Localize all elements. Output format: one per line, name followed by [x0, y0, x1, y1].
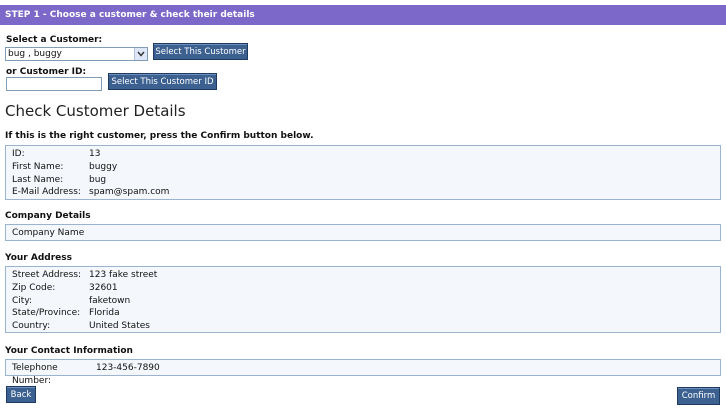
address-label: Street Address:: [12, 270, 82, 280]
company-box: Company Name: [5, 224, 721, 241]
contact-box: Telephone Number: 123-456-7890: [5, 359, 721, 386]
address-value: 123 fake street: [89, 270, 158, 280]
detail-row: E-Mail Address: spam@spam.com: [12, 186, 714, 199]
chevron-down-icon[interactable]: [134, 48, 147, 60]
confirm-button[interactable]: Confirm: [677, 387, 720, 405]
detail-value: 13: [89, 149, 101, 159]
address-value: Florida: [89, 308, 120, 319]
address-value: United States: [89, 321, 150, 332]
address-row: Zip Code: 32601: [12, 282, 714, 295]
instruction-text: If this is the right customer, press the…: [5, 131, 314, 141]
detail-row: Last Name: bug: [12, 174, 714, 187]
address-label: Zip Code:: [12, 282, 56, 293]
detail-label: Last Name:: [12, 174, 64, 185]
step-header: STEP 1 - Choose a customer & check their…: [0, 5, 726, 25]
detail-row: ID: 13: [12, 148, 714, 161]
address-label: State/Province:: [12, 308, 81, 319]
address-row: State/Province: Florida: [12, 307, 714, 320]
address-label: City:: [12, 295, 33, 306]
customer-id-label: or Customer ID:: [6, 67, 87, 77]
back-button[interactable]: Back: [6, 386, 36, 403]
company-name: Company Name: [12, 228, 85, 238]
address-box: Street Address: 123 fake street Zip Code:…: [5, 266, 721, 333]
address-label: Country:: [12, 321, 51, 332]
customer-select-value: bug , buggy: [8, 49, 62, 59]
detail-label: E-Mail Address:: [12, 187, 81, 198]
address-row: Country: United States: [12, 320, 714, 333]
address-value: 32601: [89, 282, 118, 293]
contact-value: 123-456-7890: [96, 363, 160, 373]
detail-value: buggy: [89, 161, 118, 172]
detail-value: bug: [89, 174, 107, 185]
address-row: Street Address: 123 fake street: [12, 269, 714, 282]
address-value: faketown: [89, 295, 131, 306]
select-customer-button[interactable]: Select This Customer: [153, 43, 248, 60]
address-heading: Your Address: [5, 253, 72, 263]
detail-value: spam@spam.com: [89, 187, 170, 198]
detail-row: First Name: buggy: [12, 161, 714, 174]
select-customer-label: Select a Customer:: [6, 35, 103, 45]
detail-label: First Name:: [12, 161, 64, 172]
detail-label: ID:: [12, 149, 25, 159]
customer-select[interactable]: bug , buggy: [5, 47, 148, 61]
contact-row: Telephone Number: 123-456-7890: [12, 362, 714, 386]
contact-label: Telephone Number:: [12, 363, 58, 386]
customer-details-box: ID: 13 First Name: buggy Last Name: bug E-M…: [5, 145, 721, 200]
select-customer-id-button[interactable]: Select This Customer ID: [108, 73, 217, 90]
address-row: City: faketown: [12, 295, 714, 308]
contact-heading: Your Contact Information: [5, 346, 133, 356]
page-title: Check Customer Details: [5, 102, 186, 120]
customer-id-input[interactable]: [6, 77, 102, 91]
company-heading: Company Details: [5, 211, 91, 221]
